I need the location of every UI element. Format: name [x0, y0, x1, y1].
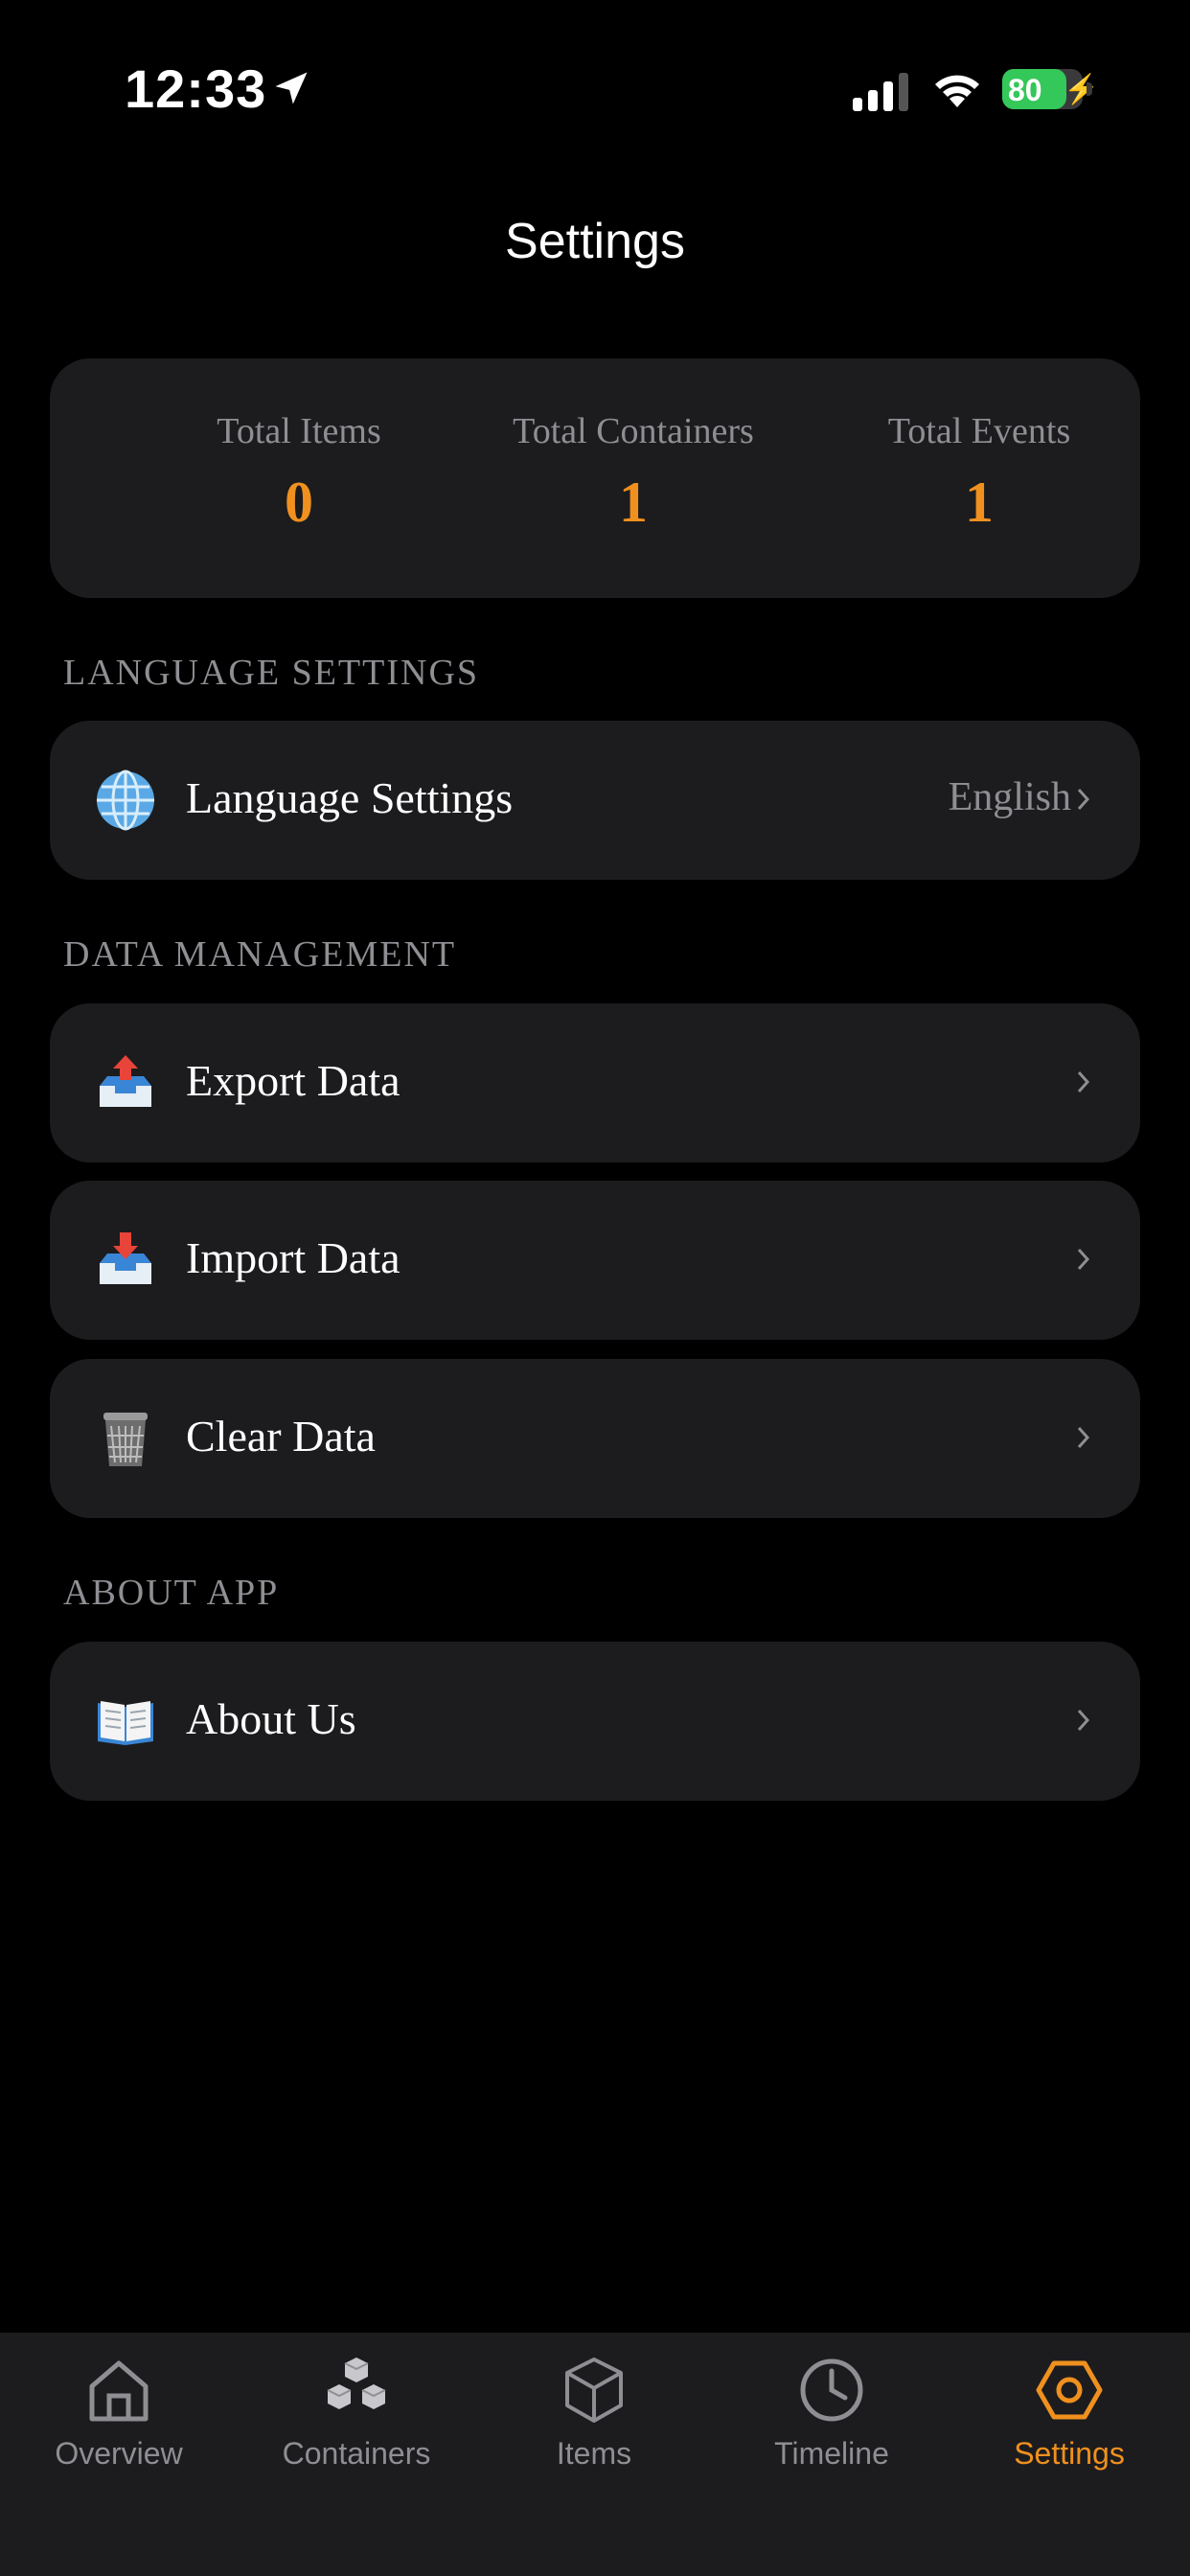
stats-card: Total Items 0 Total Containers 1 Total E…	[50, 358, 1140, 598]
chevron-right-icon	[1077, 1426, 1090, 1449]
battery-level: 80	[1008, 73, 1042, 107]
chevron-right-icon	[1077, 788, 1090, 811]
export-data-row[interactable]: Export Data	[50, 1003, 1140, 1162]
inbox-tray-icon	[100, 1232, 151, 1284]
section-header-about: ABOUT APP	[63, 1573, 280, 1613]
outbox-tray-icon	[100, 1055, 151, 1107]
stat-total-events: Total Events 1	[807, 410, 1152, 536]
stat-value: 0	[285, 471, 313, 534]
battery-icon: 80 ⚡	[1002, 69, 1099, 109]
cubes-icon	[327, 2358, 386, 2409]
language-value: English	[948, 775, 1071, 819]
row-label: Export Data	[186, 1056, 400, 1105]
stat-total-items: Total Items 0	[126, 410, 471, 536]
tab-overview[interactable]: Overview	[0, 2333, 238, 2486]
chevron-right-icon	[1077, 1709, 1090, 1732]
stat-value: 1	[965, 471, 994, 534]
wastebasket-icon	[103, 1413, 148, 1466]
row-label: Clear Data	[186, 1412, 376, 1460]
stat-total-containers: Total Containers 1	[461, 410, 806, 536]
location-arrow-icon	[275, 72, 308, 104]
language-settings-row[interactable]: Language Settings English	[50, 721, 1140, 880]
stat-label: Total Events	[887, 411, 1071, 451]
tab-bar: Overview Containers Items Timeline Setti…	[0, 2333, 1190, 2576]
status-bar: 12:33 80 ⚡	[0, 0, 1190, 182]
tab-label: Items	[556, 2436, 632, 2471]
import-data-row[interactable]: Import Data	[50, 1181, 1140, 1340]
row-label: About Us	[186, 1694, 356, 1743]
clear-data-row[interactable]: Clear Data	[50, 1359, 1140, 1518]
section-header-language: LANGUAGE SETTINGS	[63, 653, 480, 693]
cellular-signal-icon	[853, 73, 908, 111]
page-title: Settings	[505, 214, 685, 269]
clock-icon	[800, 2358, 863, 2422]
chevron-right-icon	[1077, 1248, 1090, 1271]
tab-label: Settings	[1014, 2436, 1125, 2471]
tab-settings[interactable]: Settings	[950, 2333, 1188, 2486]
row-label: Language Settings	[186, 773, 514, 822]
stat-label: Total Items	[217, 411, 381, 451]
about-us-row[interactable]: About Us	[50, 1642, 1140, 1801]
section-header-data: DATA MANAGEMENT	[63, 934, 457, 975]
open-book-icon	[98, 1701, 153, 1745]
box-icon	[565, 2358, 623, 2423]
globe-icon	[97, 770, 154, 831]
tab-label: Containers	[282, 2436, 431, 2471]
tab-timeline[interactable]: Timeline	[713, 2333, 950, 2486]
row-label: Import Data	[186, 1233, 400, 1282]
status-time: 12:33	[125, 58, 267, 119]
stat-label: Total Containers	[513, 411, 754, 451]
chevron-right-icon	[1077, 1070, 1090, 1093]
tab-label: Overview	[55, 2436, 183, 2471]
stat-value: 1	[619, 471, 648, 534]
tab-containers[interactable]: Containers	[238, 2333, 475, 2486]
hexagon-gear-icon	[1036, 2360, 1103, 2420]
tab-items[interactable]: Items	[475, 2333, 713, 2486]
tab-label: Timeline	[774, 2436, 889, 2471]
house-icon	[89, 2360, 149, 2422]
wifi-icon	[935, 75, 979, 107]
